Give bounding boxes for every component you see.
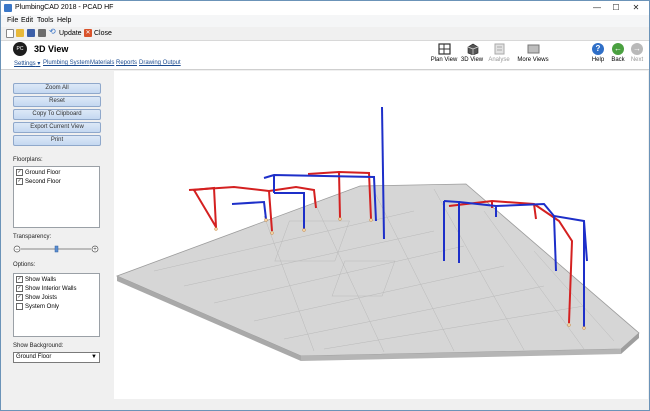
checkbox[interactable]: ✓ <box>16 178 23 185</box>
transparency-slider[interactable]: − + <box>13 245 99 253</box>
background-select[interactable]: Ground Floor ▼ <box>13 352 100 363</box>
more-views-icon <box>527 44 539 54</box>
help-button[interactable]: ? Help <box>588 43 608 67</box>
close-button[interactable]: Close <box>94 30 112 37</box>
materials-link[interactable]: Materials <box>90 60 114 66</box>
options-label: Options: <box>13 262 36 268</box>
floorplan-ground-floor[interactable]: ✓ Ground Floor <box>16 169 60 176</box>
more-views-label: More Views <box>517 57 549 63</box>
title-bar: PlumbingCAD 2018 - PCAD HF — ☐ ✕ <box>1 1 649 15</box>
print-icon[interactable] <box>38 29 46 37</box>
help-label: Help <box>591 57 605 63</box>
close-window-button[interactable]: ✕ <box>627 3 645 13</box>
copy-to-clipboard-button[interactable]: Copy To Clipboard <box>13 109 101 120</box>
reports-link[interactable]: Reports <box>116 60 137 66</box>
chevron-down-icon: ▼ <box>91 354 97 360</box>
app-window: PlumbingCAD 2018 - PCAD HF — ☐ ✕ File Ed… <box>0 0 650 411</box>
page-title: 3D View <box>34 44 69 54</box>
floorplan-second-floor[interactable]: ✓ Second Floor <box>16 178 61 185</box>
app-icon <box>4 4 12 12</box>
plumbing-system-link[interactable]: Plumbing System <box>43 60 90 66</box>
next-label: Next <box>630 57 644 63</box>
show-background-label: Show Background: <box>13 343 64 349</box>
next-button[interactable]: → Next <box>627 43 647 67</box>
3d-viewport[interactable] <box>114 71 648 409</box>
plan-view-label: Plan View <box>430 57 458 63</box>
svg-text:−: − <box>15 247 19 253</box>
analyse-button[interactable]: Analyse <box>485 43 513 67</box>
new-file-icon[interactable] <box>6 29 14 38</box>
minimize-button[interactable]: — <box>588 3 606 13</box>
export-current-view-button[interactable]: Export Current View <box>13 122 101 133</box>
menu-help[interactable]: Help <box>57 17 71 24</box>
zoom-all-button[interactable]: Zoom All <box>13 83 101 94</box>
window-title: PlumbingCAD 2018 - PCAD HF <box>15 4 114 11</box>
back-button[interactable]: ← Back <box>608 43 628 67</box>
checkbox[interactable]: ✓ <box>16 285 23 292</box>
floor-slab <box>115 183 640 357</box>
3d-model-canvas[interactable] <box>114 71 648 409</box>
3d-view-button[interactable]: 3D View <box>458 43 486 67</box>
menu-bar: File Edit Tools Help <box>1 15 649 27</box>
drawing-output-link[interactable]: Drawing Output <box>139 60 181 66</box>
close-doc-icon[interactable]: ✕ <box>84 29 92 37</box>
back-label: Back <box>611 57 625 63</box>
checkbox[interactable]: ✓ <box>16 169 23 176</box>
quick-toolbar: ⟲ Update ✕ Close <box>1 27 649 41</box>
analyse-icon <box>494 43 504 55</box>
menu-tools[interactable]: Tools <box>37 17 53 24</box>
3d-view-label: 3D View <box>460 57 484 63</box>
back-arrow-icon: ← <box>612 43 624 55</box>
menu-edit[interactable]: Edit <box>21 17 33 24</box>
option-show-walls[interactable]: ✓ Show Walls <box>16 276 56 283</box>
reset-button[interactable]: Reset <box>13 96 101 107</box>
maximize-button[interactable]: ☐ <box>607 3 625 13</box>
option-show-interior-walls[interactable]: ✓ Show Interior Walls <box>16 285 76 292</box>
print-button[interactable]: Print <box>13 135 101 146</box>
analyse-label: Analyse <box>488 57 510 63</box>
update-button[interactable]: Update <box>59 30 82 37</box>
checkbox[interactable]: ✓ <box>16 294 23 301</box>
left-panel: Zoom All Reset Copy To Clipboard Export … <box>1 70 113 410</box>
svg-text:+: + <box>93 247 97 253</box>
floorplans-list: ✓ Ground Floor ✓ Second Floor <box>13 166 100 228</box>
checkbox[interactable]: ✓ <box>16 276 23 283</box>
open-folder-icon[interactable] <box>16 29 24 37</box>
plan-view-button[interactable]: Plan View <box>430 43 458 67</box>
save-icon[interactable] <box>27 29 35 37</box>
option-system-only[interactable]: System Only <box>16 303 59 310</box>
next-arrow-icon: → <box>631 43 643 55</box>
transparency-label: Transparency: <box>13 234 52 240</box>
checkbox[interactable] <box>16 303 23 310</box>
status-bar <box>1 399 649 410</box>
view-header: PC 3D View Settings ▾ Plumbing System Ma… <box>1 41 649 70</box>
refresh-icon[interactable]: ⟲ <box>49 27 57 36</box>
menu-file[interactable]: File <box>7 17 18 24</box>
more-views-button[interactable]: More Views <box>517 43 549 67</box>
options-list: ✓ Show Walls ✓ Show Interior Walls ✓ Show J… <box>13 273 100 337</box>
option-show-joists[interactable]: ✓ Show Joists <box>16 294 57 301</box>
3d-view-icon <box>467 43 478 55</box>
help-icon: ? <box>592 43 604 55</box>
plan-view-icon <box>437 43 451 55</box>
background-select-value: Ground Floor <box>16 354 52 360</box>
floorplans-label: Floorplans: <box>13 157 43 163</box>
app-logo-icon: PC <box>13 42 27 56</box>
settings-link[interactable]: Settings ▾ <box>14 60 40 67</box>
